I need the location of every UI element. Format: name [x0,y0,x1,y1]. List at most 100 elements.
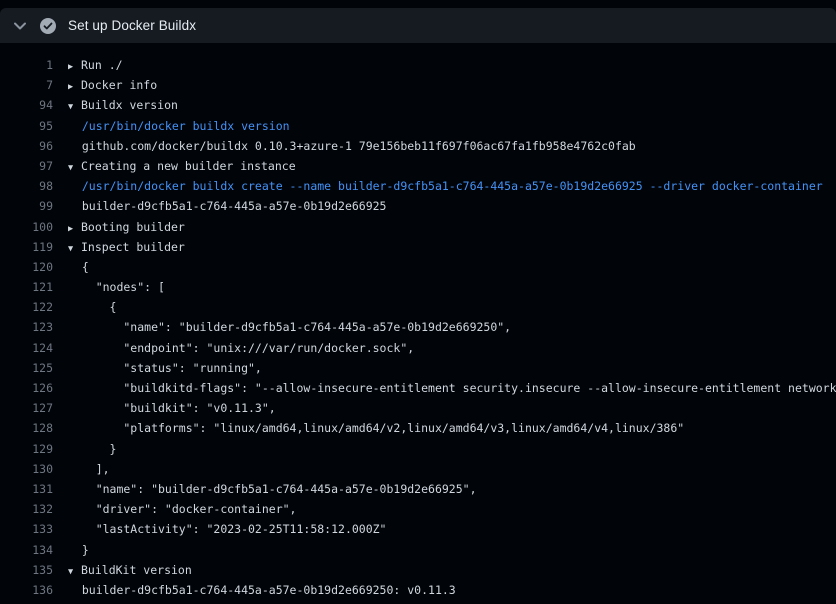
log-output-text: github.com/docker/buildx 0.10.3+azure-1 … [68,136,636,156]
line-number[interactable]: 95 [0,116,53,136]
log-line: 99 builder-d9cfb5a1-c764-445a-a57e-0b19d… [0,196,836,216]
log-command-text: /usr/bin/docker buildx create --name bui… [68,176,823,196]
log-output-text: "driver": "docker-container", [68,499,296,519]
log-output-text: builder-d9cfb5a1-c764-445a-a57e-0b19d2e6… [68,580,456,600]
log-line: 125 "status": "running", [0,358,836,378]
log-group-label: Creating a new builder instance [81,159,296,173]
log-output-text: "name": "builder-d9cfb5a1-c764-445a-a57e… [68,317,511,337]
log-area: 1▶Run ./7▶Docker info94▼Buildx version95… [0,55,836,604]
log-output-text: "nodes": [ [68,277,165,297]
log-output-text: { [68,297,116,317]
log-line: 7 ▶Docker info [0,75,836,95]
line-number[interactable]: 98 [0,176,53,196]
line-number[interactable]: 122 [0,297,53,317]
triangle-right-icon[interactable]: ▶ [68,219,81,237]
line-number[interactable]: 128 [0,418,53,438]
line-number[interactable]: 121 [0,277,53,297]
log-line: 135 ▼BuildKit version [0,560,836,580]
log-output-text: "status": "running", [68,358,262,378]
log-line: 133 "lastActivity": "2023-02-25T11:58:12… [0,519,836,539]
line-number[interactable]: 7 [0,75,53,95]
log-line: 97 ▼Creating a new builder instance [0,156,836,176]
log-line: 95 /usr/bin/docker buildx version [0,116,836,136]
log-group-label: Buildx version [81,98,178,112]
line-number[interactable]: 133 [0,519,53,539]
log-group-label: Inspect builder [81,240,185,254]
log-output-text: "buildkitd-flags": "--allow-insecure-ent… [68,378,836,398]
line-number[interactable]: 97 [0,156,53,176]
log-output-text: ], [68,459,110,479]
log-line: 134 } [0,540,836,560]
triangle-down-icon[interactable]: ▼ [68,239,81,257]
log-line: 128 "platforms": "linux/amd64,linux/amd6… [0,418,836,438]
log-line: 121 "nodes": [ [0,277,836,297]
log-group-label: Booting builder [81,220,185,234]
log-group-header[interactable]: ▼Buildx version [68,95,178,115]
line-number[interactable]: 125 [0,358,53,378]
check-circle-icon [40,18,56,34]
log-group-header[interactable]: ▶Booting builder [68,217,185,237]
line-number[interactable]: 136 [0,580,53,600]
line-number[interactable]: 100 [0,217,53,237]
log-command-text: /usr/bin/docker buildx version [68,116,290,136]
step-title: Set up Docker Buildx [68,18,196,33]
triangle-down-icon[interactable]: ▼ [68,97,81,115]
line-number[interactable]: 134 [0,540,53,560]
line-number[interactable]: 119 [0,237,53,257]
log-line: 126 "buildkitd-flags": "--allow-insecure… [0,378,836,398]
log-line: 98 /usr/bin/docker buildx create --name … [0,176,836,196]
log-group-label: Run ./ [81,58,123,72]
log-output-text: } [68,540,89,560]
log-line: 127 "buildkit": "v0.11.3", [0,398,836,418]
line-number[interactable]: 131 [0,479,53,499]
log-line: 136 builder-d9cfb5a1-c764-445a-a57e-0b19… [0,580,836,600]
line-number[interactable]: 126 [0,378,53,398]
log-group-header[interactable]: ▼Inspect builder [68,237,185,257]
step-header[interactable]: Set up Docker Buildx [0,8,836,43]
log-line: 123 "name": "builder-d9cfb5a1-c764-445a-… [0,317,836,337]
log-group-header[interactable]: ▶Docker info [68,75,157,95]
log-line: 129 } [0,439,836,459]
log-group-header[interactable]: ▼Creating a new builder instance [68,156,296,176]
log-group-label: BuildKit version [81,563,192,577]
line-number[interactable]: 1 [0,55,53,75]
line-number[interactable]: 135 [0,560,53,580]
log-line: 131 "name": "builder-d9cfb5a1-c764-445a-… [0,479,836,499]
log-line: 94 ▼Buildx version [0,95,836,115]
log-output-text: "platforms": "linux/amd64,linux/amd64/v2… [68,418,684,438]
log-output-text: builder-d9cfb5a1-c764-445a-a57e-0b19d2e6… [68,196,387,216]
line-number[interactable]: 129 [0,439,53,459]
line-number[interactable]: 96 [0,136,53,156]
log-line: 124 "endpoint": "unix:///var/run/docker.… [0,338,836,358]
line-number[interactable]: 130 [0,459,53,479]
log-output-text: } [68,439,116,459]
log-line: 130 ], [0,459,836,479]
log-output-text: "name": "builder-d9cfb5a1-c764-445a-a57e… [68,479,477,499]
log-line: 96 github.com/docker/buildx 0.10.3+azure… [0,136,836,156]
log-group-header[interactable]: ▶Run ./ [68,55,123,75]
log-line: 122 { [0,297,836,317]
log-line: 120 { [0,257,836,277]
triangle-down-icon[interactable]: ▼ [68,158,81,176]
line-number[interactable]: 120 [0,257,53,277]
log-output-text: "endpoint": "unix:///var/run/docker.sock… [68,338,414,358]
log-line: 132 "driver": "docker-container", [0,499,836,519]
log-line: 100 ▶Booting builder [0,217,836,237]
log-output-text: "buildkit": "v0.11.3", [68,398,276,418]
chevron-down-icon[interactable] [14,22,26,30]
triangle-right-icon[interactable]: ▶ [68,77,81,95]
line-number[interactable]: 123 [0,317,53,337]
log-output-text: { [68,257,89,277]
line-number[interactable]: 132 [0,499,53,519]
line-number[interactable]: 124 [0,338,53,358]
log-output-text: "lastActivity": "2023-02-25T11:58:12.000… [68,519,387,539]
log-group-label: Docker info [81,78,157,92]
line-number[interactable]: 94 [0,95,53,115]
line-number[interactable]: 127 [0,398,53,418]
line-number[interactable]: 99 [0,196,53,216]
log-line: 119 ▼Inspect builder [0,237,836,257]
log-group-header[interactable]: ▼BuildKit version [68,560,192,580]
triangle-down-icon[interactable]: ▼ [68,562,81,580]
log-line: 1 ▶Run ./ [0,55,836,75]
triangle-right-icon[interactable]: ▶ [68,57,81,75]
